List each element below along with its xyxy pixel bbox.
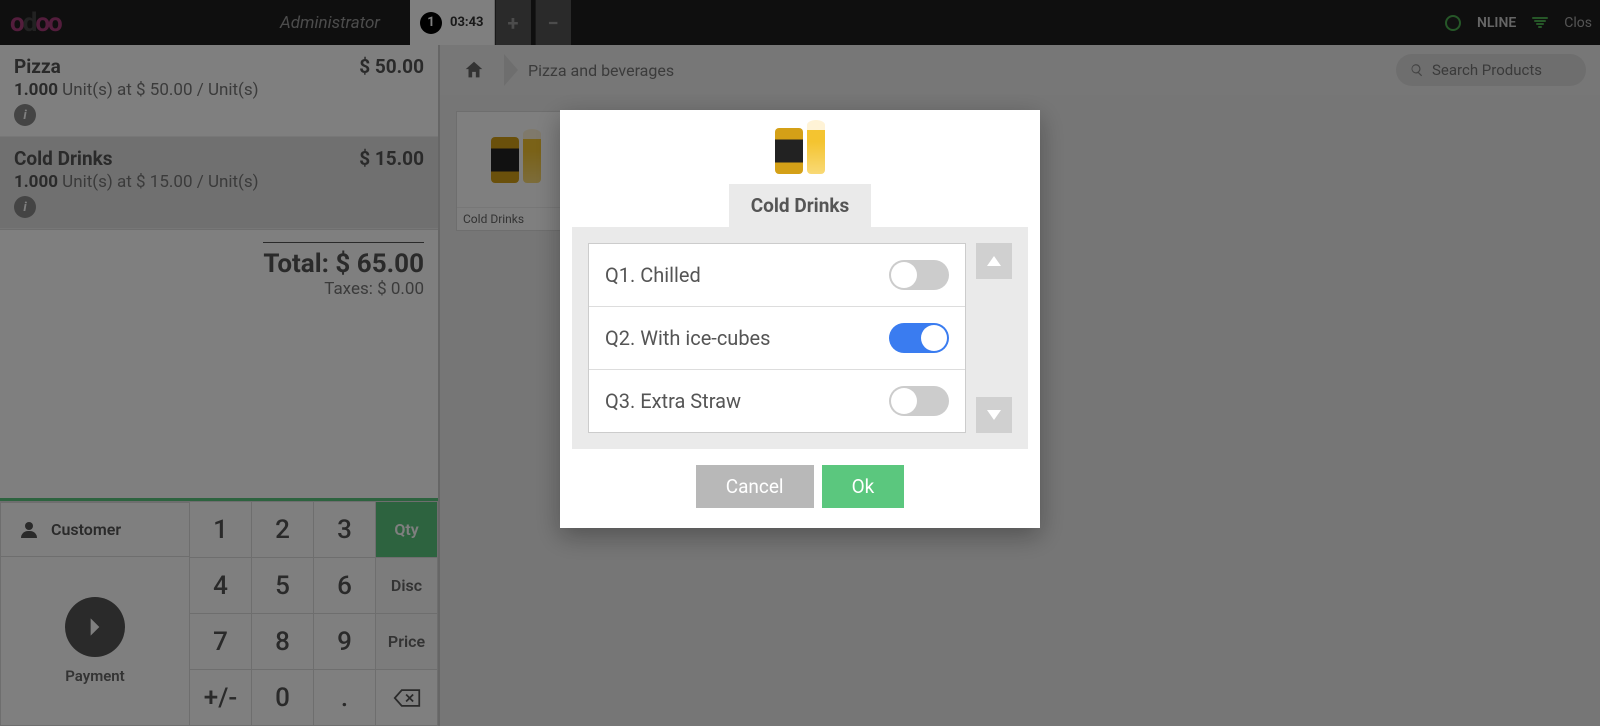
scroll-column — [976, 243, 1012, 433]
options-panel: Q1. Chilled Q2. With ice-cubes Q3. Extra… — [572, 227, 1028, 449]
options-list: Q1. Chilled Q2. With ice-cubes Q3. Extra… — [588, 243, 966, 433]
option-toggle-chilled[interactable] — [889, 260, 949, 290]
option-row: Q2. With ice-cubes — [589, 307, 965, 370]
option-label: Q1. Chilled — [605, 263, 701, 287]
option-label: Q2. With ice-cubes — [605, 326, 770, 350]
option-row: Q1. Chilled — [589, 244, 965, 307]
modal-title: Cold Drinks — [729, 184, 872, 227]
modal-actions: Cancel Ok — [560, 449, 1040, 508]
chevron-up-icon — [987, 256, 1001, 266]
option-toggle-ice-cubes[interactable] — [889, 323, 949, 353]
scroll-down-button[interactable] — [976, 397, 1012, 433]
product-options-modal: Cold Drinks Q1. Chilled Q2. With ice-cub… — [560, 110, 1040, 528]
option-row: Q3. Extra Straw — [589, 370, 965, 432]
modal-product-image — [560, 110, 1040, 184]
scroll-up-button[interactable] — [976, 243, 1012, 279]
option-label: Q3. Extra Straw — [605, 389, 741, 413]
modal-overlay: Cold Drinks Q1. Chilled Q2. With ice-cub… — [0, 0, 1600, 726]
cancel-button[interactable]: Cancel — [696, 465, 814, 508]
ok-button[interactable]: Ok — [822, 465, 905, 508]
option-toggle-straw[interactable] — [889, 386, 949, 416]
chevron-down-icon — [987, 410, 1001, 420]
